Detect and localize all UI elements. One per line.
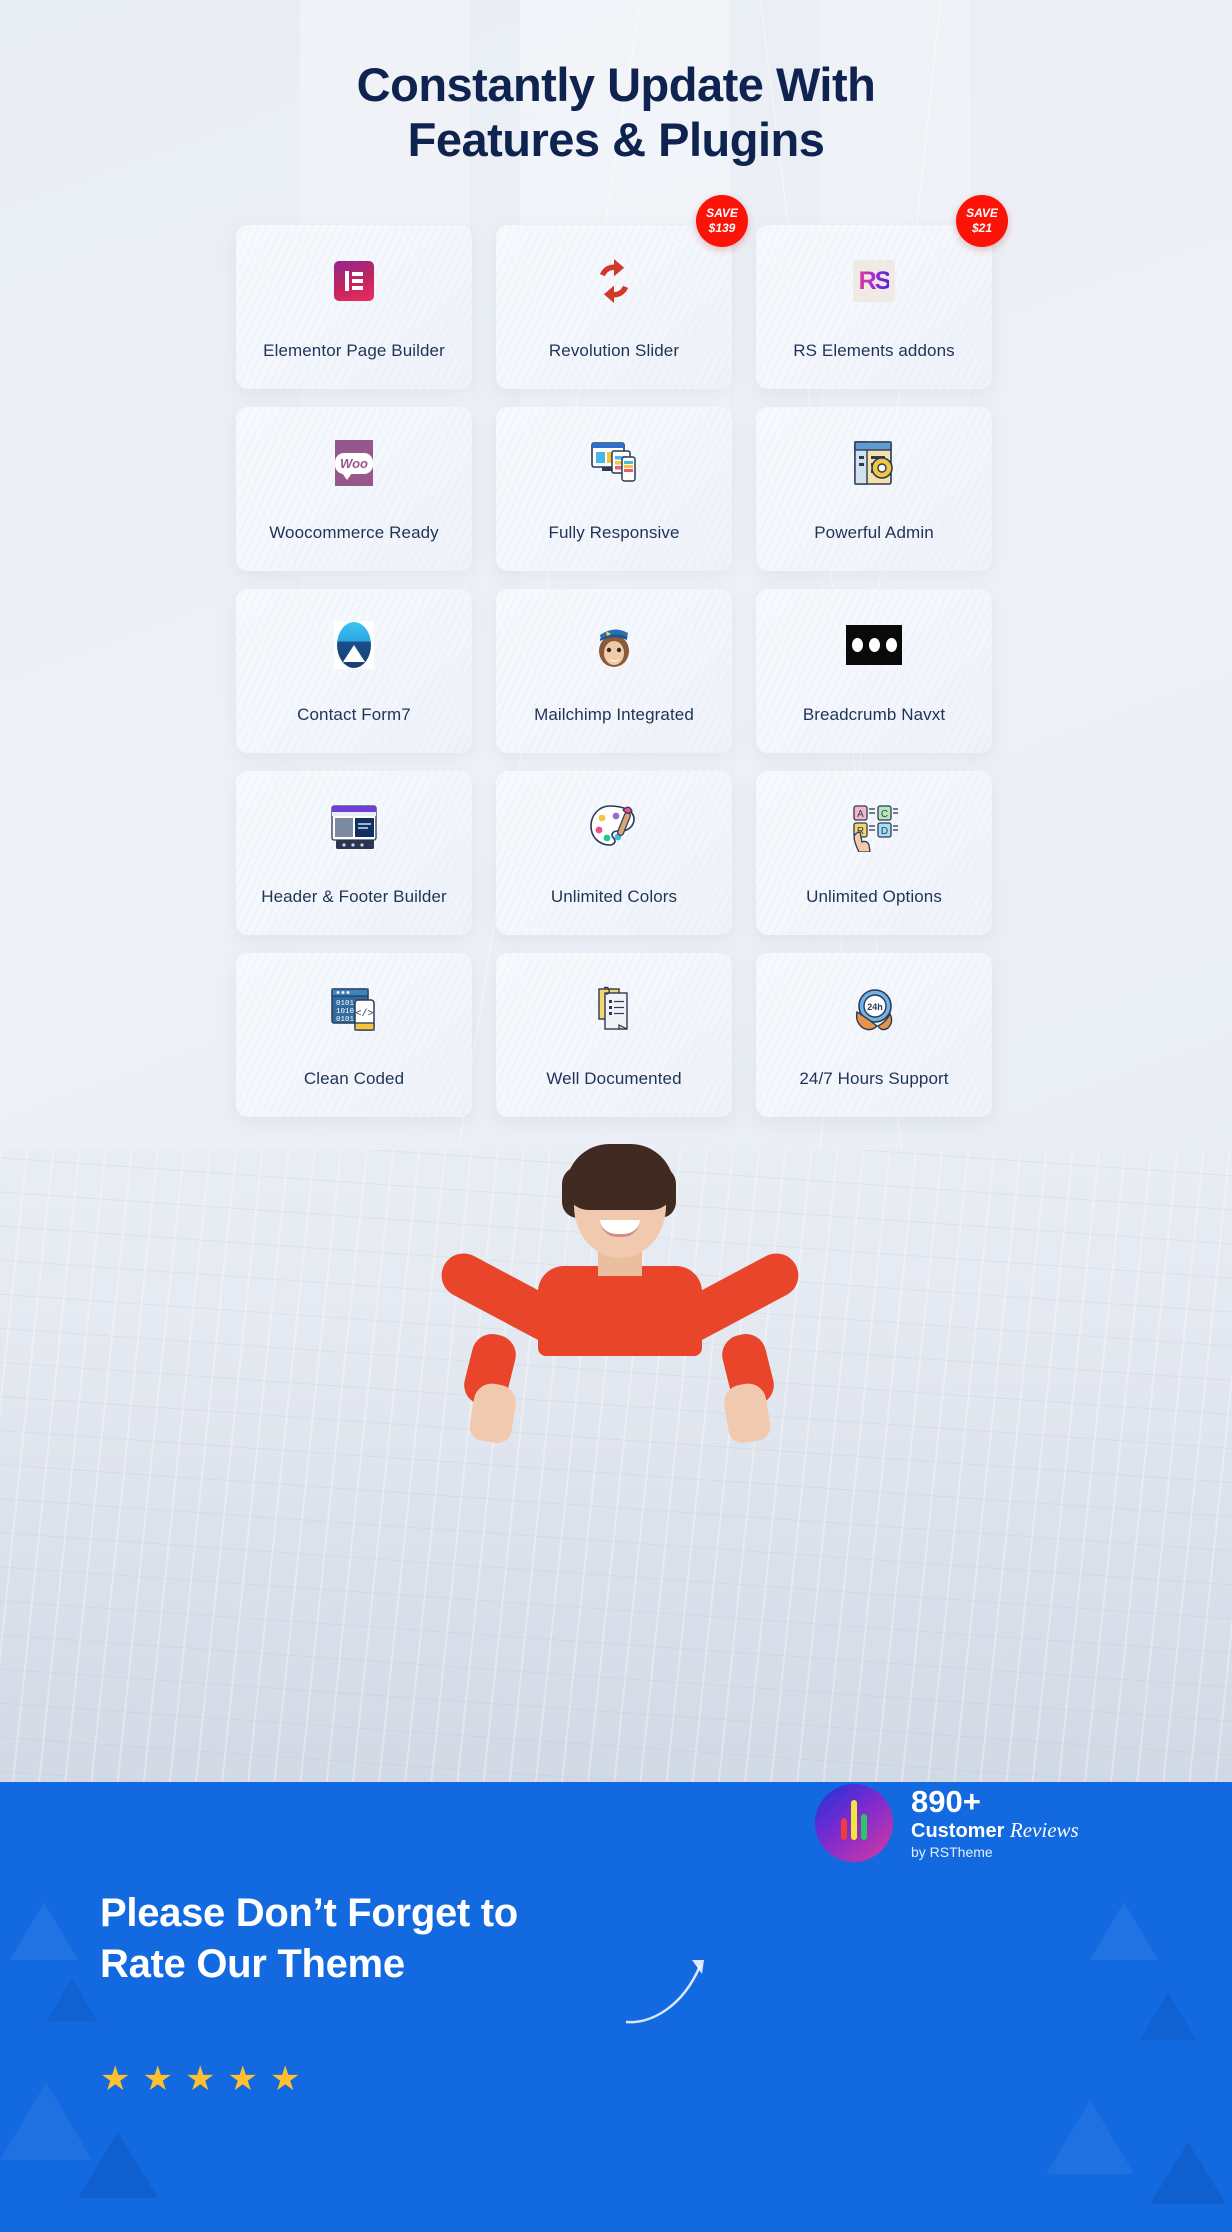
feature-icon-wrap xyxy=(588,801,640,853)
options-select-icon: ACRD xyxy=(853,805,898,853)
star-icon[interactable]: ★ xyxy=(142,2062,172,2096)
feature-icon-wrap xyxy=(588,619,640,671)
svg-text:C: C xyxy=(881,809,888,820)
feature-icon-wrap xyxy=(326,801,382,853)
admin-panel-gear-icon xyxy=(854,441,893,485)
feature-card[interactable]: Unlimited Colors xyxy=(496,771,732,936)
rstheme-logo-icon xyxy=(815,1784,893,1862)
feature-card[interactable]: SAVE $139 Revolution Slider xyxy=(496,195,748,390)
star-icon[interactable]: ★ xyxy=(227,2062,257,2096)
document-icon xyxy=(598,986,628,1030)
feature-card[interactable]: Mailchimp Integrated xyxy=(496,589,732,754)
feature-label: Unlimited Colors xyxy=(550,887,678,907)
support-24h-icon: 24h xyxy=(855,989,893,1031)
feature-card[interactable]: Woo Woocommerce Ready xyxy=(236,407,472,572)
feature-showcase-page: Constantly Update With Features & Plugin… xyxy=(0,0,1232,2232)
feature-icon-wrap xyxy=(334,619,374,671)
reviews-label: Customer Reviews xyxy=(911,1818,1079,1843)
feature-card[interactable]: 24h 24/7 Hours Support xyxy=(756,953,992,1118)
svg-text:A: A xyxy=(857,809,864,820)
feature-label: Header & Footer Builder xyxy=(261,887,447,907)
revolution-slider-icon xyxy=(599,259,629,304)
feature-icon-wrap xyxy=(334,255,374,307)
feature-icon-wrap: Woo xyxy=(335,437,373,489)
feature-label: Clean Coded xyxy=(303,1069,405,1089)
feature-icon-wrap xyxy=(591,983,637,1035)
feature-icon-wrap xyxy=(846,619,902,671)
reviews-count: 890+ xyxy=(911,1783,981,1819)
contact-form7-icon xyxy=(334,621,374,670)
page-title: Constantly Update With Features & Plugin… xyxy=(0,0,1232,167)
heading-rest: Update With xyxy=(594,58,876,111)
feature-card[interactable]: Powerful Admin xyxy=(756,407,992,572)
bg-building-photo xyxy=(0,1150,1232,1840)
feature-icon-wrap: ACRD xyxy=(848,801,900,853)
header-footer-builder-icon xyxy=(331,805,377,850)
feature-card[interactable]: Fully Responsive xyxy=(496,407,732,572)
woocommerce-icon: Woo xyxy=(335,440,373,487)
cta-title-line1: Please Don’t Forget to xyxy=(100,1891,518,1935)
feature-label: Contact Form7 xyxy=(297,705,411,725)
clean-code-icon: 010101010101010</> xyxy=(331,988,375,1031)
svg-text:D: D xyxy=(881,826,888,837)
color-palette-icon xyxy=(590,805,635,846)
save-badge: SAVE $21 xyxy=(956,195,1008,248)
reviews-byline: by RSTheme xyxy=(911,1844,993,1861)
feature-icon-wrap xyxy=(592,255,636,307)
feature-label: Fully Responsive xyxy=(548,523,680,543)
feature-card[interactable]: Contact Form7 xyxy=(236,589,472,754)
cta-title: Please Don’t Forget to Rate Our Theme xyxy=(100,1888,518,1990)
star-icon[interactable]: ★ xyxy=(100,2062,130,2096)
elementor-icon xyxy=(334,261,374,302)
feature-card[interactable]: Header & Footer Builder xyxy=(236,771,472,936)
responsive-devices-icon xyxy=(591,442,636,482)
feature-label: Elementor Page Builder xyxy=(263,341,445,361)
svg-text:</>: </> xyxy=(355,1008,373,1020)
save-badge-word: SAVE xyxy=(966,206,998,221)
feature-icon-wrap: RS xyxy=(853,255,895,307)
mailchimp-monkey-icon xyxy=(599,629,629,668)
feature-label: Well Documented xyxy=(546,1069,682,1089)
cta-band: Please Don’t Forget to Rate Our Theme ★ ★… xyxy=(0,1782,1232,2232)
breadcrumb-dots-icon xyxy=(846,625,902,666)
feature-card[interactable]: Breadcrumb Navxt xyxy=(756,589,992,754)
reviews-word: Reviews xyxy=(1009,1818,1079,1843)
feature-label: 24/7 Hours Support xyxy=(799,1069,949,1089)
feature-card[interactable]: ACRDUnlimited Options xyxy=(756,771,992,936)
feature-label: Breadcrumb Navxt xyxy=(802,705,946,725)
feature-label: Powerful Admin xyxy=(814,523,934,543)
feature-label: Unlimited Options xyxy=(806,887,942,907)
feature-card[interactable]: 01010 10101 01010 </> Clean Coded xyxy=(236,953,472,1118)
woman-photo xyxy=(430,1144,807,1464)
heading-accent: Constantly xyxy=(356,58,595,111)
feature-icon-wrap: 01010 10101 01010 </> xyxy=(327,983,381,1035)
feature-icon-wrap xyxy=(850,437,898,489)
feature-card[interactable]: SAVE $21 RS RS Elements addons xyxy=(756,195,1008,390)
reviews-text: 890+ Customer Reviews by RSTheme xyxy=(911,1783,1079,1861)
feature-grid: Elementor Page Builder SAVE $139 Revolution… xyxy=(236,195,1008,1118)
feature-icon-wrap xyxy=(588,437,640,489)
heading-line2: Features & Plugins xyxy=(407,112,825,166)
save-badge-amount: $21 xyxy=(971,221,993,236)
curved-arrow-icon xyxy=(625,1960,704,2024)
feature-label: Woocommerce Ready xyxy=(269,523,439,543)
feature-icon-wrap: 24h xyxy=(848,983,900,1035)
rs-elements-icon: RS xyxy=(853,260,895,303)
customer-word: Customer xyxy=(911,1820,1005,1843)
feature-card[interactable]: Well Documented xyxy=(496,953,732,1118)
feature-label: Mailchimp Integrated xyxy=(534,705,694,725)
save-badge-word: SAVE xyxy=(706,206,738,221)
feature-card[interactable]: Elementor Page Builder xyxy=(236,225,472,390)
cta-title-line2: Rate Our Theme xyxy=(100,1942,405,1987)
rating-stars: ★ ★ ★ ★ ★ xyxy=(100,2062,300,2096)
star-icon[interactable]: ★ xyxy=(185,2062,215,2096)
feature-label: RS Elements addons xyxy=(793,341,955,361)
save-badge-amount: $139 xyxy=(708,221,736,236)
star-icon[interactable]: ★ xyxy=(270,2062,300,2096)
reviews-badge[interactable]: 890+ Customer Reviews by RSTheme xyxy=(815,1784,1079,1862)
svg-text:24h: 24h xyxy=(867,1002,883,1012)
feature-label: Revolution Slider xyxy=(548,341,680,361)
save-badge: SAVE $139 xyxy=(696,195,748,248)
